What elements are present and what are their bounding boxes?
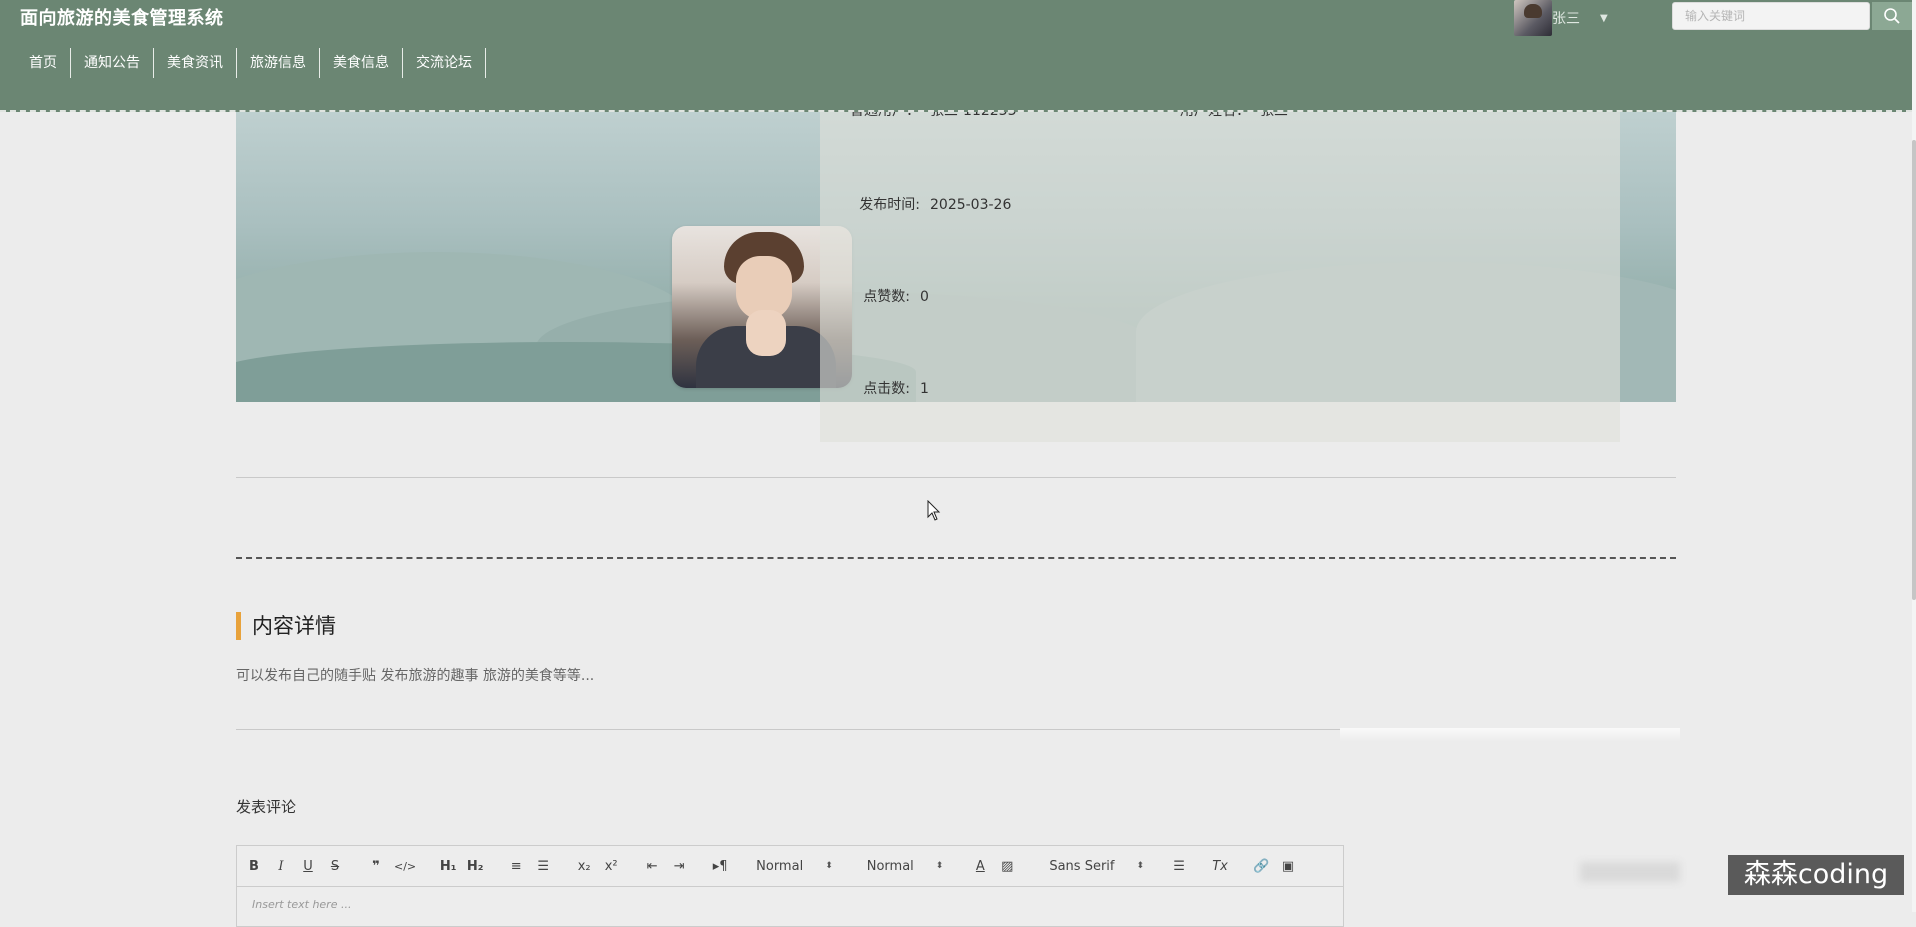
font-select-value: Sans Serif xyxy=(1049,858,1115,874)
underline-icon[interactable]: U xyxy=(299,859,317,874)
info-label: 发布时间: xyxy=(859,197,920,213)
comment-editor: B I U S ❞ </> H₁ H₂ ≡ ☰ x₂ x² ⇤ ⇥ ▸¶ Nor… xyxy=(236,845,1344,927)
divider xyxy=(236,477,1676,478)
info-row-likes: 点赞数: 0 xyxy=(820,286,929,306)
code-block-icon[interactable]: </> xyxy=(394,860,416,873)
content-body: 可以发布自己的随手贴 发布旅游的趣事 旅游的美食等等... xyxy=(236,668,595,684)
align-icon[interactable]: ☰ xyxy=(1170,859,1188,874)
bold-icon[interactable]: B xyxy=(245,859,263,874)
info-label: 点击数: xyxy=(863,381,910,397)
background-color-icon[interactable]: ▨ xyxy=(998,859,1016,874)
user-name[interactable]: 张三 xyxy=(1552,8,1580,28)
updown-icon: ⬍ xyxy=(1136,861,1145,871)
italic-icon[interactable]: I xyxy=(272,859,290,874)
info-value: 1 xyxy=(920,381,929,397)
search-input[interactable] xyxy=(1673,3,1847,29)
updown-icon: ⬍ xyxy=(825,861,833,871)
section-title: 内容详情 xyxy=(236,612,336,640)
caret-down-icon[interactable]: ▼ xyxy=(1600,13,1608,24)
size-select[interactable]: Normal ⬍ xyxy=(756,859,833,874)
info-value: 0 xyxy=(920,289,929,305)
scrollbar-thumb[interactable] xyxy=(1912,140,1916,600)
indent-icon[interactable]: ⇥ xyxy=(670,859,688,874)
ordered-list-icon[interactable]: ≡ xyxy=(507,859,525,874)
strike-icon[interactable]: S xyxy=(326,859,344,874)
header-select[interactable]: Normal ⬍ xyxy=(867,859,944,874)
info-value: 2025-03-26 xyxy=(930,197,1012,213)
search-icon xyxy=(1884,8,1900,24)
nav-item-notices[interactable]: 通知公告 xyxy=(71,48,154,78)
watermark: 森森coding xyxy=(1728,855,1904,895)
direction-icon[interactable]: ▸¶ xyxy=(711,859,729,874)
header-select-value: Normal xyxy=(866,858,914,874)
header1-icon[interactable]: H₁ xyxy=(439,859,457,874)
top-header: 面向旅游的美食管理系统 首页 通知公告 美食资讯 旅游信息 美食信息 交流论坛 … xyxy=(0,0,1912,112)
site-title[interactable]: 面向旅游的美食管理系统 xyxy=(20,4,224,30)
info-row-clicks: 点击数: 1 xyxy=(820,378,929,398)
nav-item-home[interactable]: 首页 xyxy=(16,48,71,78)
blurred-region xyxy=(1580,862,1680,882)
search-button[interactable] xyxy=(1872,2,1912,30)
subscript-icon[interactable]: x₂ xyxy=(575,859,593,874)
main-nav: 首页 通知公告 美食资讯 旅游信息 美食信息 交流论坛 xyxy=(16,48,486,78)
shadow-strip xyxy=(1340,728,1680,742)
comment-label: 发表评论 xyxy=(236,798,297,816)
profile-info-panel: 普通用户：张三-112233 用户姓名：张三 发布时间:2025-03-26 点… xyxy=(820,103,1620,442)
dashed-divider xyxy=(236,557,1676,559)
info-label: 点赞数: xyxy=(863,289,910,305)
editor-input[interactable]: Insert text here ... xyxy=(237,887,1343,922)
clean-format-icon[interactable]: Tx xyxy=(1211,859,1229,874)
image-icon[interactable]: ▣ xyxy=(1279,859,1297,874)
search-box xyxy=(1672,2,1870,30)
avatar[interactable] xyxy=(1514,0,1552,36)
updown-icon: ⬍ xyxy=(935,861,944,871)
link-icon[interactable]: 🔗 xyxy=(1252,859,1270,874)
font-color-icon[interactable]: A xyxy=(971,859,989,874)
mouse-cursor-icon xyxy=(927,500,941,521)
user-menu[interactable]: 张三 ▼ xyxy=(1514,0,1608,36)
size-select-value: Normal xyxy=(756,858,804,874)
blockquote-icon[interactable]: ❞ xyxy=(367,859,385,874)
nav-item-forum[interactable]: 交流论坛 xyxy=(403,48,486,78)
font-select[interactable]: Sans Serif ⬍ xyxy=(1049,859,1144,874)
bullet-list-icon[interactable]: ☰ xyxy=(534,859,552,874)
nav-item-travel-info[interactable]: 旅游信息 xyxy=(237,48,320,78)
outdent-icon[interactable]: ⇤ xyxy=(643,859,661,874)
header2-icon[interactable]: H₂ xyxy=(466,859,484,874)
superscript-icon[interactable]: x² xyxy=(602,859,620,874)
nav-item-food-news[interactable]: 美食资讯 xyxy=(154,48,237,78)
info-row-publish-time: 发布时间: 2025-03-26 xyxy=(820,194,1011,214)
nav-item-food-info[interactable]: 美食信息 xyxy=(320,48,403,78)
editor-toolbar: B I U S ❞ </> H₁ H₂ ≡ ☰ x₂ x² ⇤ ⇥ ▸¶ Nor… xyxy=(237,846,1343,887)
